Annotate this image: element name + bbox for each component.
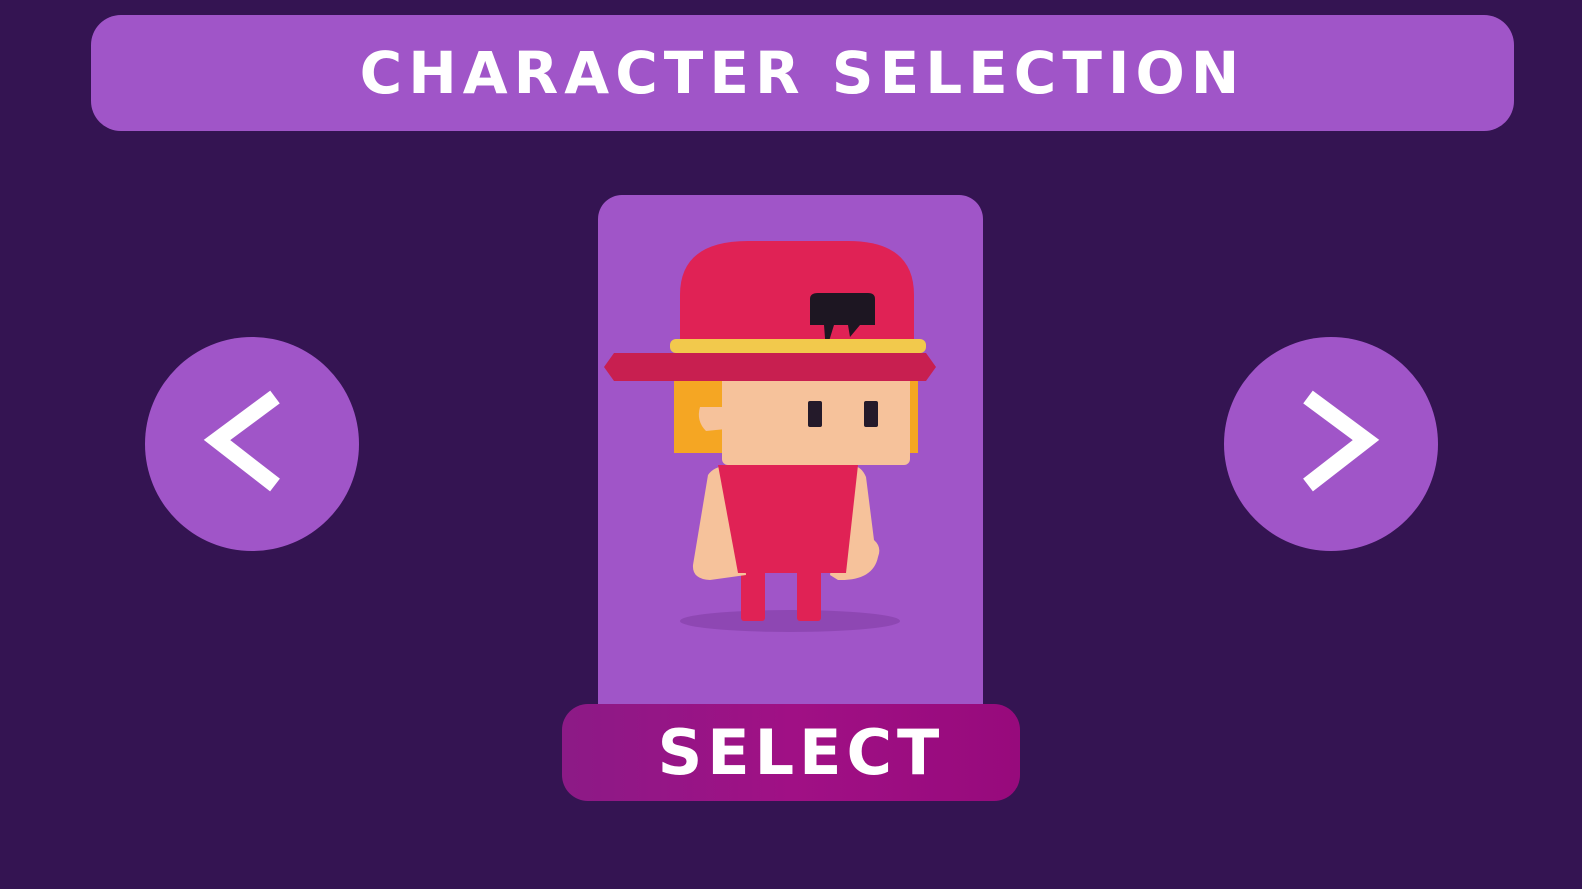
title-banner: CHARACTER SELECTION [91,15,1514,131]
select-button[interactable]: SELECT [562,704,1020,801]
chevron-right-icon [1303,390,1380,492]
page-title: CHARACTER SELECTION [359,39,1246,107]
character-card[interactable] [598,195,983,715]
character-avatar [604,241,936,632]
chevron-left-icon [203,390,280,492]
select-button-label: SELECT [657,716,945,789]
next-character-button[interactable] [1224,337,1438,551]
previous-character-button[interactable] [145,337,359,551]
